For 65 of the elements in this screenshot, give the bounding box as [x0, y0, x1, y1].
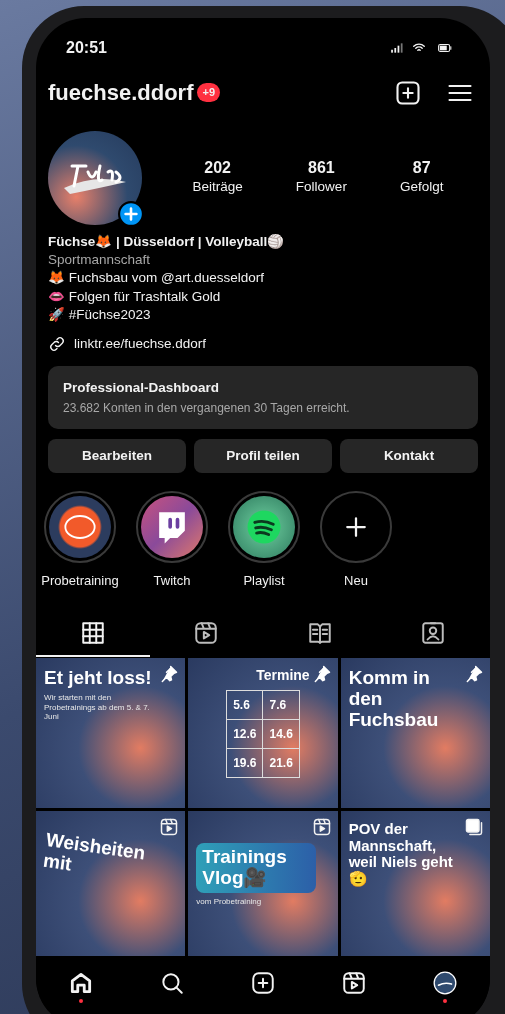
date-cell: 12.6 — [226, 719, 263, 749]
reels-tab-icon — [193, 620, 220, 647]
status-time: 20:51 — [66, 38, 107, 58]
post-tile[interactable]: Et jeht loss! Wir starten mit den Probetrainings ab dem 5. & 7. Juni — [36, 658, 186, 809]
reel-icon — [311, 817, 332, 838]
stat-count[interactable]: 202 — [204, 159, 231, 177]
dashboard-subtitle: 23.682 Konten in den vergangenen 30 Tagen erreicht. — [63, 399, 351, 417]
post-tile[interactable]: Weisheiten mit — [36, 811, 186, 956]
notification-badge: +9 — [197, 83, 220, 102]
reels-icon[interactable] — [340, 970, 367, 996]
stat-label[interactable]: Beiträge — [192, 176, 243, 197]
date-cell: 14.6 — [263, 719, 300, 749]
username[interactable]: fuechse.ddorf — [48, 76, 194, 109]
post-tile[interactable]: Trainings Vlog🎥 vom Probetraining — [188, 811, 338, 956]
add-icon[interactable] — [394, 78, 422, 107]
profile-button[interactable]: Kontakt — [340, 438, 478, 473]
date-cell: 19.6 — [226, 748, 263, 778]
post-tile[interactable]: Termine 5.6 7.6 12.6 14.6 19.6 21.6 — [188, 658, 338, 809]
profile-icon[interactable] — [431, 970, 458, 996]
signal-icon — [388, 41, 406, 55]
bio-line: 🦊 Fuchsbau vom @art.duesseldorf — [48, 269, 266, 288]
carousel-icon — [464, 817, 484, 838]
add-story-icon[interactable] — [118, 201, 144, 227]
link-icon — [48, 335, 66, 354]
stat-count[interactable]: 87 — [412, 159, 431, 177]
highlight-circle[interactable] — [228, 490, 300, 563]
create-icon[interactable] — [250, 970, 276, 996]
post-headline: POV der Mannschaft, weil Niels geht🫡 — [348, 821, 454, 888]
bio-line: 👄 Folgen für Trashtalk Gold — [48, 287, 222, 306]
stat-count[interactable]: 861 — [308, 159, 335, 177]
profile-button[interactable]: Profil teilen — [194, 438, 332, 473]
pinned-icon — [464, 664, 484, 685]
search-icon[interactable] — [159, 970, 186, 996]
post-tile[interactable]: Komm in den Fuchsbau — [340, 658, 490, 809]
post-headline: Komm in den Fuchsbau — [348, 668, 440, 731]
profile-button[interactable]: Bearbeiten — [48, 438, 186, 473]
date-cell: 21.6 — [263, 748, 300, 778]
highlight-label[interactable]: Neu — [344, 570, 368, 591]
date-cell: 5.6 — [226, 690, 263, 720]
pinned-icon — [159, 664, 180, 685]
grid-tab-icon — [79, 620, 106, 647]
dashboard-card[interactable]: Professional-Dashboard 23.682 Konten in den vergangenen 30 Tagen erreicht. — [48, 366, 478, 429]
post-headline: Weisheiten mit — [41, 830, 148, 877]
guides-tab-icon — [306, 620, 333, 647]
post-caption: vom Probetraining — [196, 897, 263, 907]
stat-label[interactable]: Follower — [295, 176, 347, 197]
date-cell: 7.6 — [263, 690, 300, 720]
post-headline: Termine — [255, 668, 310, 684]
highlight-label[interactable]: Playlist — [243, 570, 285, 591]
profile-link[interactable]: linktr.ee/fuechse.ddorf — [74, 334, 207, 355]
highlight-label[interactable]: Twitch — [153, 570, 191, 591]
tagged-tab-icon — [420, 620, 447, 647]
dashboard-title: Professional-Dashboard — [63, 379, 221, 398]
reel-icon — [159, 817, 180, 838]
bio-line: 🚀 #Füchse2023 — [48, 305, 152, 324]
highlight-label[interactable]: Probetraining — [41, 570, 119, 591]
highlight-circle[interactable] — [44, 490, 116, 563]
post-headline: Et jeht loss! — [44, 668, 153, 690]
post-tile[interactable]: POV der Mannschaft, weil Niels geht🫡 — [340, 811, 490, 956]
profile-name: Füchse🦊 | Düsseldorf | Volleyball🏐 — [48, 233, 286, 251]
stat-label[interactable]: Gefolgt — [399, 176, 444, 197]
highlight-circle[interactable] — [136, 490, 208, 563]
post-headline: Trainings Vlog🎥 — [196, 843, 317, 894]
profile-category: Sportmannschaft — [48, 251, 152, 270]
post-caption: Wir starten mit den Probetrainings ab dem 5. & 7. Juni — [44, 693, 151, 722]
